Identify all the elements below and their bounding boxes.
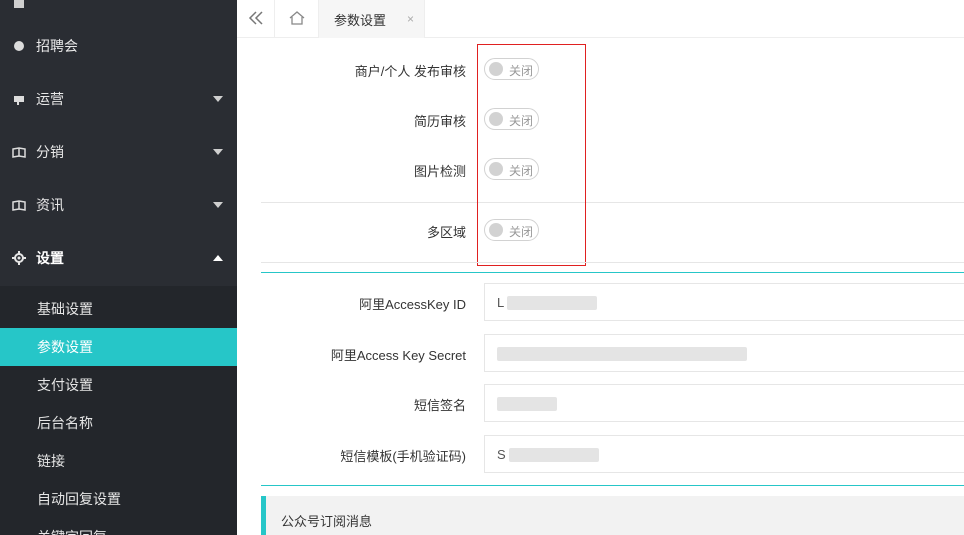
gear-icon — [12, 250, 26, 265]
highlight-box — [477, 44, 586, 266]
chevron-up-icon — [213, 254, 223, 261]
sidebar-item-distribution[interactable]: 分销 — [0, 125, 237, 178]
submenu-item-auto-reply[interactable]: 自动回复设置 — [0, 480, 237, 518]
field-row-access-key-id: 阿里AccessKey ID L — [237, 283, 964, 321]
sidebar-item-label: 运营 — [36, 90, 64, 107]
submenu-item-basic-settings[interactable]: 基础设置 — [0, 290, 237, 328]
access-key-secret-input[interactable] — [484, 334, 964, 372]
field-value: S — [497, 447, 506, 462]
field-row-access-key-secret: 阿里Access Key Secret — [237, 334, 964, 372]
home-tab[interactable] — [275, 0, 319, 38]
submenu-item-parameter-settings[interactable]: 参数设置 — [0, 328, 237, 366]
redacted-value — [497, 397, 557, 411]
book-icon — [12, 198, 26, 212]
tab-parameter-settings[interactable]: 参数设置 × — [319, 0, 425, 38]
sidebar-item-label: 设置 — [36, 249, 64, 266]
divider — [261, 262, 964, 263]
field-row-sms-signature: 短信签名 — [237, 384, 964, 422]
sidebar-item-news[interactable]: 资讯 — [0, 178, 237, 231]
sidebar-item-settings[interactable]: 设置 — [0, 231, 237, 284]
setting-row-image-check: 图片检测 关闭 — [237, 154, 964, 184]
redacted-value — [497, 347, 747, 361]
sidebar-item-label: 分销 — [36, 143, 64, 160]
submenu-item-links[interactable]: 链接 — [0, 442, 237, 480]
sidebar-item-job-fair[interactable]: 招聘会 — [0, 19, 237, 72]
field-label: 阿里Access Key Secret — [330, 348, 466, 363]
section-divider — [261, 485, 964, 486]
megaphone-icon — [12, 92, 26, 106]
sidebar-item-label: 资讯 — [36, 196, 64, 213]
double-chevron-left-icon — [248, 9, 264, 30]
book-icon — [12, 145, 26, 159]
sms-template-input[interactable]: S — [484, 435, 964, 473]
section-divider — [261, 272, 964, 273]
chevron-down-icon — [213, 95, 223, 102]
tab-bar: 参数设置 × — [237, 0, 964, 38]
field-label: 短信签名 — [413, 398, 466, 413]
submenu-item-admin-name[interactable]: 后台名称 — [0, 404, 237, 442]
chevron-down-icon — [213, 201, 223, 208]
setting-row-multi-region: 多区域 关闭 — [237, 215, 964, 245]
field-label: 短信模板(手机验证码) — [340, 449, 466, 464]
sidebar-item-label: 招聘会 — [36, 37, 78, 54]
setting-label: 多区域 — [426, 225, 466, 240]
setting-label: 简历审核 — [413, 114, 466, 129]
divider — [261, 202, 964, 203]
section-header-subscription-messages: 公众号订阅消息 — [261, 496, 964, 535]
redacted-value — [509, 448, 599, 462]
sms-signature-input[interactable] — [484, 384, 964, 422]
submenu-item-keyword-reply[interactable]: 关键字回复 — [0, 518, 237, 535]
setting-row-merchant-review: 商户/个人 发布审核 关闭 — [237, 54, 964, 84]
submenu-item-payment-settings[interactable]: 支付设置 — [0, 366, 237, 404]
setting-label: 商户/个人 发布审核 — [354, 64, 466, 79]
settings-submenu: 基础设置 参数设置 支付设置 后台名称 链接 自动回复设置 关键字回复 — [0, 286, 237, 535]
circle-icon — [12, 39, 26, 53]
redacted-value — [507, 296, 597, 310]
setting-row-resume-review: 简历审核 关闭 — [237, 104, 964, 134]
home-icon — [289, 10, 305, 29]
grid-icon — [12, 0, 26, 10]
section-title: 公众号订阅消息 — [281, 514, 373, 529]
field-label: 阿里AccessKey ID — [359, 297, 466, 312]
chevron-down-icon — [213, 148, 223, 155]
sidebar-item-operations[interactable]: 运营 — [0, 72, 237, 125]
settings-content: 商户/个人 发布审核 关闭 简历审核 关闭 图片检测 关闭 多区域 关闭 阿里A… — [237, 39, 964, 535]
field-row-sms-template: 短信模板(手机验证码) S — [237, 435, 964, 473]
field-value: L — [497, 295, 505, 310]
access-key-id-input[interactable]: L — [484, 283, 964, 321]
close-icon[interactable]: × — [407, 12, 414, 26]
sidebar: 招聘会 运营 分销 资讯 设置 基础设置 参数设置 支付设置 后台名称 链接 自… — [0, 0, 237, 535]
setting-label: 图片检测 — [413, 164, 466, 179]
tab-label: 参数设置 — [334, 12, 387, 28]
collapse-sidebar-button[interactable] — [237, 0, 275, 38]
